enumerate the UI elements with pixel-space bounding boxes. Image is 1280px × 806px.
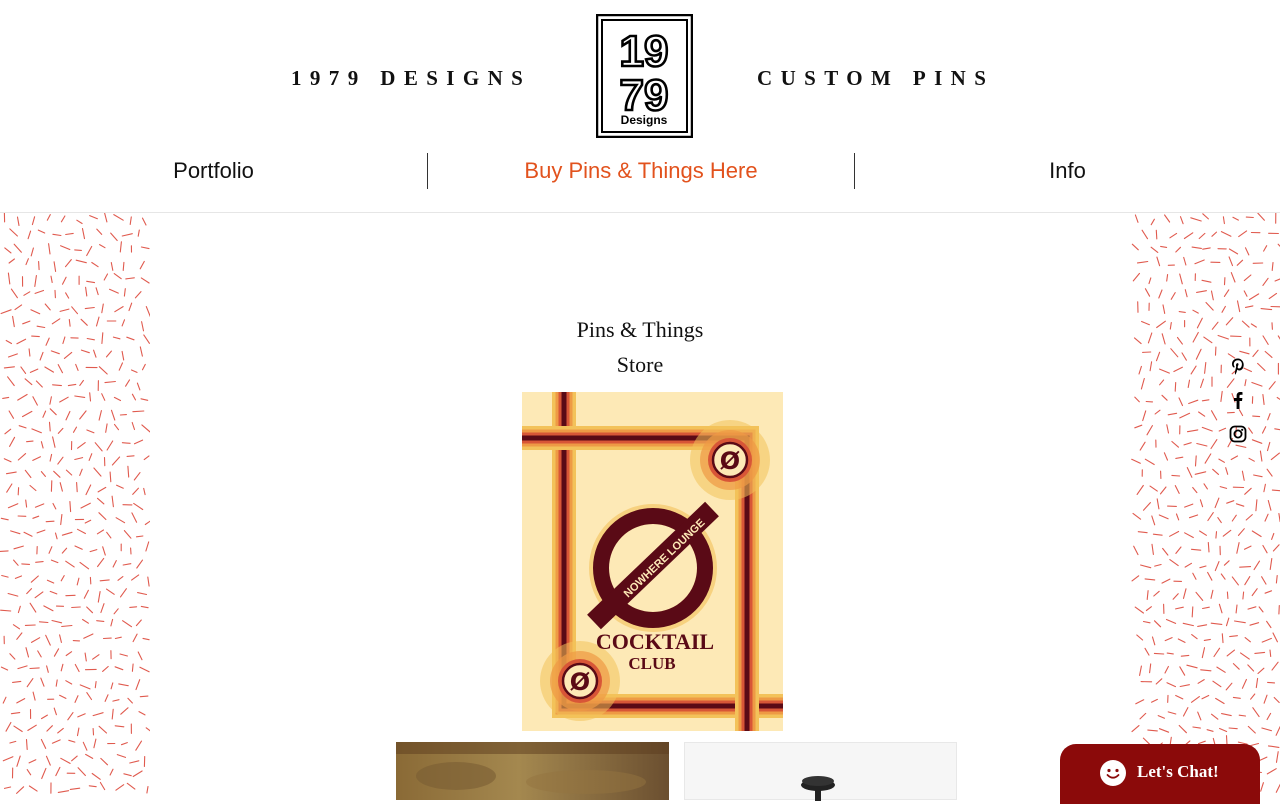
confetti-pattern-left [0, 213, 150, 800]
brand-name[interactable]: 1979 DESIGNS [291, 66, 531, 91]
poster-title-line2: CLUB [628, 654, 675, 673]
product-thumbnail[interactable] [684, 742, 957, 800]
chat-widget-button[interactable]: Let's Chat! [1060, 744, 1260, 804]
smiley-icon [1100, 760, 1126, 786]
poster-corner-symbol: Ø [720, 447, 740, 475]
main-nav: Portfolio Buy Pins & Things Here Info [0, 152, 1280, 190]
logo[interactable]: 19 79 Designs [596, 14, 693, 138]
nav-item-info[interactable]: Info [855, 152, 1280, 190]
site-header: 1979 DESIGNS 19 79 Designs CUSTOM PINS P… [0, 0, 1280, 213]
store-title-line1: Pins & Things [440, 312, 840, 347]
cocktail-club-poster[interactable]: Ø Ø NOWHERE LOUNGE COCKTAIL CLUB [522, 392, 783, 731]
logo-sub: Designs [621, 113, 668, 127]
confetti-pattern-right [1131, 213, 1280, 800]
nav-item-portfolio[interactable]: Portfolio [0, 152, 427, 190]
product-thumbnail[interactable] [396, 742, 669, 800]
cocktail-glass-icon [685, 743, 958, 801]
store-title-line2: Store [440, 347, 840, 382]
chat-label: Let's Chat! [1137, 762, 1219, 782]
logo-line1: 19 [620, 27, 669, 76]
nav-item-buy-pins[interactable]: Buy Pins & Things Here [428, 152, 854, 190]
poster-corner-symbol: Ø [570, 668, 590, 696]
pinterest-icon[interactable] [1228, 356, 1248, 376]
store-title: Pins & Things Store [440, 312, 840, 382]
instagram-icon[interactable] [1228, 424, 1248, 444]
poster-title-line1: COCKTAIL [596, 629, 714, 654]
facebook-icon[interactable] [1228, 390, 1248, 410]
brand-tagline: CUSTOM PINS [757, 66, 994, 91]
